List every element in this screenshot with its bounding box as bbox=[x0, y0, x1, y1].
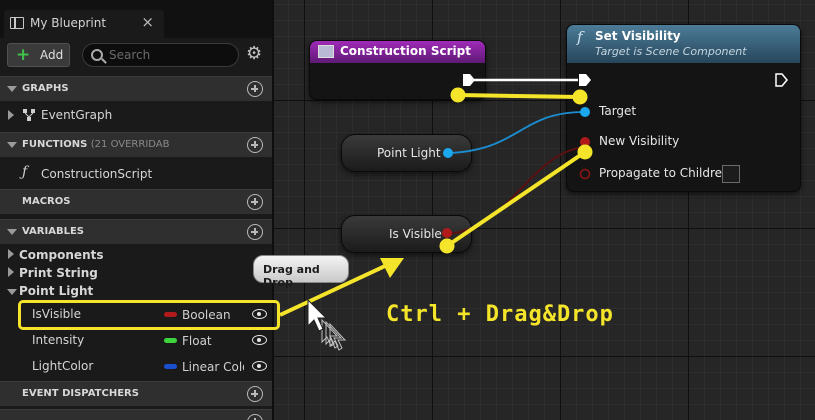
node-header: f Set Visibility Target is Scene Compone… bbox=[567, 25, 800, 63]
add-button-label: Add bbox=[40, 48, 64, 62]
construction-script-node[interactable]: Construction Script bbox=[309, 40, 486, 100]
add-event-dispatcher-icon[interactable] bbox=[247, 386, 263, 402]
category-label: Print String bbox=[19, 266, 98, 280]
section-functions[interactable]: FUNCTIONS (21 OVERRIDAB bbox=[0, 132, 272, 157]
search-icon bbox=[91, 49, 103, 61]
section-title: EVENT DISPATCHERS bbox=[22, 388, 139, 399]
add-variable-icon[interactable] bbox=[247, 224, 263, 240]
expand-arrow-icon[interactable] bbox=[8, 110, 14, 120]
variable-row-intensity[interactable]: Intensity Float bbox=[0, 329, 272, 351]
node-title: Set Visibility bbox=[595, 29, 681, 43]
add-button[interactable]: + Add bbox=[7, 43, 70, 67]
section-title: FUNCTIONS (21 OVERRIDAB bbox=[22, 139, 170, 150]
function-item-label: ConstructionScript bbox=[41, 167, 153, 181]
section-title: VARIABLES bbox=[22, 226, 84, 237]
variable-name: LightColor bbox=[32, 359, 94, 373]
tooltip-label: Drag and Drop bbox=[263, 263, 320, 289]
search-box[interactable] bbox=[82, 43, 239, 67]
node-title: Construction Script bbox=[340, 44, 471, 58]
expand-arrow-icon[interactable] bbox=[8, 267, 14, 277]
section-variables[interactable]: VARIABLES bbox=[0, 219, 272, 244]
function-item-constructionscript[interactable]: ƒ ConstructionScript bbox=[0, 163, 272, 185]
event-graph-icon bbox=[23, 109, 35, 121]
node-label: Point Light bbox=[377, 146, 441, 160]
section-title: MACROS bbox=[22, 196, 71, 207]
variable-type[interactable]: Linear Colo bbox=[182, 360, 244, 374]
plus-icon: + bbox=[16, 45, 31, 65]
search-input[interactable] bbox=[109, 47, 234, 63]
category-components[interactable]: Components bbox=[0, 245, 272, 263]
linear-color-type-pill bbox=[164, 364, 177, 369]
add-function-icon[interactable] bbox=[247, 137, 263, 153]
graph-item-eventgraph[interactable]: EventGraph bbox=[0, 104, 272, 126]
is-visible-getter-node[interactable]: Is Visible bbox=[341, 215, 472, 253]
category-label: Point Light bbox=[19, 284, 94, 298]
collapse-arrow-icon[interactable] bbox=[7, 142, 17, 148]
pin-label-propagate: Propagate to Children bbox=[599, 166, 730, 180]
node-label: Is Visible bbox=[389, 227, 442, 241]
collapse-arrow-icon[interactable] bbox=[7, 289, 17, 295]
pin-label-new-visibility: New Visibility bbox=[599, 134, 680, 148]
my-blueprint-panel: My Blueprint × + Add ⚙ GRAPHS EventGraph… bbox=[0, 0, 274, 420]
overridable-count: (21 OVERRIDAB bbox=[90, 139, 170, 150]
section-event-dispatchers[interactable]: EVENT DISPATCHERS bbox=[0, 381, 272, 406]
category-label: Components bbox=[19, 248, 104, 262]
section-macros[interactable]: MACROS bbox=[0, 189, 272, 214]
tab-title: My Blueprint bbox=[30, 16, 107, 30]
pin-label-target: Target bbox=[599, 104, 637, 118]
drag-drop-tooltip: Drag and Drop bbox=[253, 255, 349, 289]
function-icon: f bbox=[577, 28, 583, 46]
propagate-checkbox[interactable] bbox=[722, 165, 740, 183]
section-graphs[interactable]: GRAPHS bbox=[0, 76, 272, 101]
my-blueprint-tab[interactable]: My Blueprint × bbox=[4, 10, 164, 38]
panel-tab-bar: My Blueprint × bbox=[0, 0, 272, 38]
add-local-variable-icon[interactable] bbox=[247, 414, 263, 420]
add-graph-icon[interactable] bbox=[247, 81, 263, 97]
category-point-light[interactable]: Point Light bbox=[0, 281, 272, 299]
node-header: Construction Script bbox=[310, 41, 485, 63]
section-title: GRAPHS bbox=[22, 83, 69, 94]
construction-script-icon bbox=[318, 45, 334, 58]
collapse-arrow-icon[interactable] bbox=[7, 86, 17, 92]
variable-name: Intensity bbox=[32, 333, 85, 347]
book-icon bbox=[10, 16, 24, 29]
node-subtitle: Target is Scene Component bbox=[595, 45, 747, 58]
category-print-string[interactable]: Print String bbox=[0, 263, 272, 281]
collapse-arrow-icon[interactable] bbox=[7, 229, 17, 235]
variable-row-lightcolor[interactable]: LightColor Linear Colo bbox=[0, 355, 272, 377]
section-local-variables[interactable] bbox=[0, 409, 272, 420]
ctrl-drag-annotation: Ctrl + Drag&Drop bbox=[386, 302, 614, 327]
point-light-getter-node[interactable]: Point Light bbox=[341, 134, 472, 172]
graph-item-label: EventGraph bbox=[41, 108, 113, 122]
section-title-text: FUNCTIONS bbox=[22, 139, 88, 150]
add-macro-icon[interactable] bbox=[247, 194, 263, 210]
panel-toolbar: + Add ⚙ bbox=[0, 38, 272, 72]
eye-icon[interactable] bbox=[252, 361, 267, 371]
gear-icon[interactable]: ⚙ bbox=[246, 44, 262, 64]
tab-close-button[interactable]: × bbox=[141, 13, 154, 31]
expand-arrow-icon[interactable] bbox=[8, 249, 14, 259]
eye-icon[interactable] bbox=[252, 335, 267, 345]
float-type-pill bbox=[164, 338, 177, 343]
function-icon: ƒ bbox=[22, 164, 28, 180]
isvisible-highlight-box bbox=[18, 300, 280, 330]
variable-type[interactable]: Float bbox=[182, 334, 212, 348]
